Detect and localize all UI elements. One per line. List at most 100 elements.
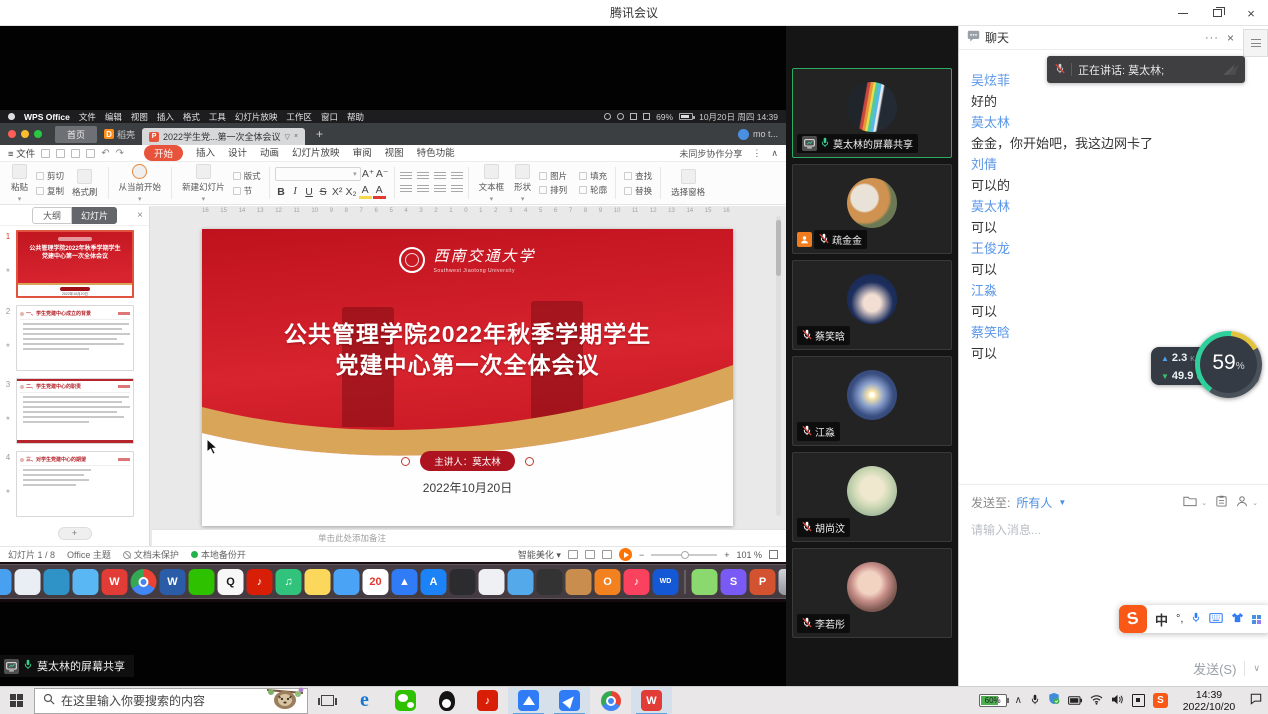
slide-thumbnail[interactable]: 一、学生党建中心成立的背景 — [16, 305, 134, 371]
mac-menu-item[interactable]: 窗口 — [321, 111, 338, 123]
mac-menu-item[interactable]: 工作区 — [286, 111, 312, 123]
wps-tab-开始[interactable]: 开始 — [144, 145, 183, 161]
dock-books-icon[interactable] — [566, 569, 592, 595]
mac-menu-item[interactable]: 幻灯片放映 — [235, 111, 278, 123]
battery-tray-icon[interactable] — [1068, 692, 1082, 710]
battery-saver-indicator[interactable]: 60% — [979, 694, 1007, 707]
wps-tab-动画[interactable]: 动画 — [260, 145, 279, 161]
chevron-down-icon[interactable]: ⌄ — [1252, 499, 1258, 507]
ribbon-cut-button[interactable]: 剪切 — [33, 170, 67, 182]
mac-menu-item[interactable]: 格式 — [183, 111, 200, 123]
dock-wd-icon[interactable]: WD — [653, 569, 679, 595]
restore-button[interactable] — [1200, 0, 1234, 26]
wps-action-分享[interactable]: 分享 — [724, 149, 742, 159]
wps-tab-插入[interactable]: 插入 — [196, 145, 215, 161]
wps-docer-tab[interactable]: D稻壳 — [104, 128, 135, 141]
dock-blue-app-icon[interactable] — [73, 569, 99, 595]
taskbar-search[interactable]: 在这里输入你要搜索的内容 — [34, 688, 308, 714]
ribbon-layout-button[interactable]: 版式 — [230, 170, 264, 182]
wps-tab-设计[interactable]: 设计 — [228, 145, 247, 161]
zoom-in-icon[interactable]: + — [724, 550, 729, 560]
mac-menu-item[interactable]: 编辑 — [105, 111, 122, 123]
more-icon[interactable]: ⋮ — [752, 148, 761, 159]
ribbon-fill-button[interactable]: 填充 — [576, 170, 610, 182]
theme-name[interactable]: Office 主题 — [67, 548, 111, 561]
panel-collapse-handle[interactable] — [1243, 29, 1268, 57]
list-icon[interactable] — [451, 172, 463, 181]
font-smaller-button[interactable]: A⁻ — [376, 168, 389, 180]
dock-maps-icon[interactable] — [692, 569, 718, 595]
dock-app-store-icon[interactable]: A — [421, 569, 447, 595]
list-icon[interactable] — [400, 172, 412, 181]
print-icon[interactable] — [71, 149, 80, 158]
dock-qq-icon[interactable]: Q — [218, 569, 244, 595]
mac-minimize-light[interactable] — [21, 130, 29, 138]
system-usage-widget[interactable]: 59% — [1195, 331, 1262, 398]
superscript-button[interactable]: X² — [331, 186, 344, 198]
taskbar-chrome-icon[interactable] — [590, 687, 631, 714]
mac-menu-item[interactable]: 文件 — [79, 111, 96, 123]
send-file-icon[interactable] — [1183, 495, 1197, 510]
dock-notes-icon[interactable] — [305, 569, 331, 595]
participant-tile[interactable]: 疏金金 — [792, 164, 952, 254]
ime-toolbar[interactable]: S 中 °, — [1119, 605, 1268, 633]
taskbar-netease-music-icon[interactable]: ♪ — [467, 687, 508, 714]
chevron-down-icon[interactable]: ▼ — [1058, 498, 1066, 507]
taskbar-clock[interactable]: 14:39 2022/10/20 — [1176, 689, 1242, 713]
canvas-scrollbar[interactable] — [776, 216, 781, 516]
ribbon-arrange-button[interactable]: 排列 — [536, 184, 570, 196]
slide-thumbnail[interactable]: 二、学生党建中心的职责 — [16, 378, 134, 444]
sogou-tray-icon[interactable]: S — [1153, 693, 1168, 708]
close-doc-icon[interactable]: × — [294, 133, 298, 140]
tab-slides[interactable]: 幻灯片 — [72, 207, 117, 224]
italic-button[interactable]: I — [289, 186, 302, 197]
message-sender[interactable]: 刘倩 — [971, 154, 1256, 175]
zoom-slider[interactable] — [651, 554, 717, 556]
taskbar-kite-app-icon[interactable] — [549, 687, 590, 714]
participant-tile[interactable]: 胡尚汶 — [792, 452, 952, 542]
panel-close-icon[interactable]: × — [137, 210, 143, 221]
taskbar-wechat-icon[interactable] — [385, 687, 426, 714]
voice-input-icon[interactable] — [1191, 610, 1201, 628]
participant-tile[interactable]: 莫太林的屏幕共享 — [792, 68, 952, 158]
taskbar-qq-icon[interactable] — [426, 687, 467, 714]
ribbon-textbox-button[interactable]: 文本框▾ — [474, 164, 510, 203]
ribbon-copy-button[interactable]: 复制 — [33, 185, 67, 197]
mac-zoom-light[interactable] — [34, 130, 42, 138]
dock-mountain-app-icon[interactable]: ▲ — [392, 569, 418, 595]
bold-button[interactable]: B — [275, 186, 288, 198]
screenshot-icon[interactable] — [1216, 495, 1227, 510]
wps-account[interactable]: mo t... — [738, 129, 778, 140]
mention-icon[interactable] — [1236, 495, 1248, 510]
ribbon-find-button[interactable]: 查找 — [621, 170, 655, 182]
ribbon-select_pane-button[interactable]: 选择窗格 — [666, 169, 710, 198]
start-button[interactable] — [0, 687, 32, 714]
dock-s-app-icon[interactable]: S — [721, 569, 747, 595]
wps-action-未同步[interactable]: 未同步 — [679, 149, 706, 159]
reading-view-icon[interactable] — [602, 550, 612, 559]
dock-apple-music-icon[interactable]: ♪ — [624, 569, 650, 595]
dock-edge-icon[interactable] — [44, 569, 70, 595]
menubar-status-icon[interactable] — [617, 113, 624, 120]
list-icon[interactable] — [417, 172, 429, 181]
sogou-icon[interactable]: S — [1119, 605, 1147, 633]
notes-bar[interactable]: 单击此处添加备注 — [152, 529, 786, 546]
dock-word-icon[interactable]: W — [160, 569, 186, 595]
font-bigger-button[interactable]: A⁺ — [362, 168, 375, 180]
dock-safari-icon[interactable] — [15, 569, 41, 595]
dock-photos-icon[interactable] — [334, 569, 360, 595]
underline-button[interactable]: U — [303, 186, 316, 198]
file-menu[interactable]: ≡ 文件 — [8, 146, 35, 160]
task-view-button[interactable] — [310, 687, 344, 714]
dock-finder-icon[interactable] — [0, 569, 12, 595]
ribbon-shape-button[interactable]: 形状▾ — [509, 164, 536, 203]
ribbon-new_slide-button[interactable]: 新建幻灯片▾ — [177, 164, 230, 203]
font-color-button[interactable]: A — [373, 184, 386, 199]
zoom-out-icon[interactable]: − — [639, 550, 644, 560]
ribbon-replace-button[interactable]: 替换 — [621, 185, 655, 197]
wps-tab-视图[interactable]: 视图 — [385, 145, 404, 161]
play-slideshow-button[interactable] — [619, 548, 632, 561]
ribbon-paste-button[interactable]: 粘贴▾ — [6, 164, 33, 203]
normal-view-icon[interactable] — [568, 550, 578, 559]
menubar-status-icon[interactable] — [604, 113, 611, 120]
